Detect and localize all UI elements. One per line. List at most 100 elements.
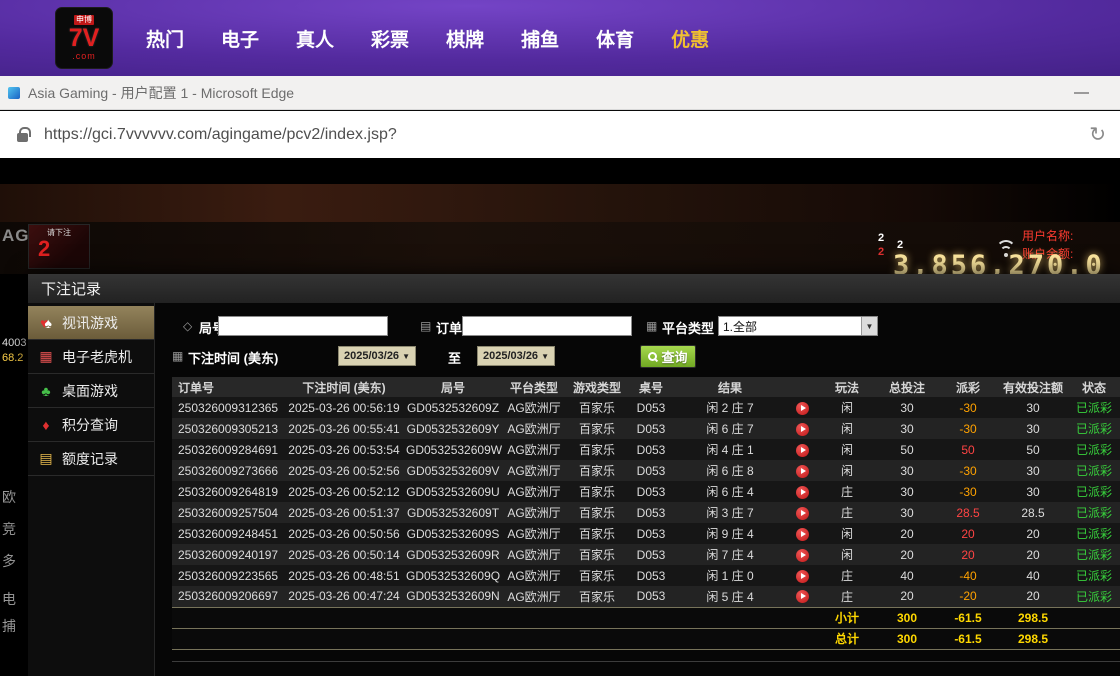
cell-valid: 28.5 [998,502,1068,523]
nav-item-slots[interactable]: 电子 [221,25,259,52]
game-thumbnail[interactable]: 请下注 2 [28,224,90,269]
window-titlebar: Asia Gaming - 用户配置 1 - Microsoft Edge — [0,76,1120,110]
url-input[interactable]: https://gci.7vvvvvv.com/agingame/pcv2/in… [44,126,1089,144]
column-header: 下注时间 (美东) [284,377,404,397]
site-logo[interactable]: 申博 7V .com [55,7,113,69]
platform-select[interactable]: 1.全部 ▼ [718,316,878,336]
cell-total: 30 [876,460,938,481]
cell-bet: 庄 [818,481,876,502]
replay-button[interactable] [796,444,809,457]
nav-item-hot[interactable]: 热门 [146,25,184,52]
sidebar-item-slot-machines[interactable]: ▦ 电子老虎机 [28,340,154,374]
cell-round: GD0532532609V [404,460,502,481]
cell-platform: AG欧洲厅 [502,586,566,607]
replay-button[interactable] [796,402,809,415]
cell-result: 闲 6 庄 4 [674,481,786,502]
minimize-button[interactable]: — [1068,76,1095,109]
table-header-row: 订单号下注时间 (美东)局号平台类型游戏类型桌号结果玩法总投注派彩有效投注额状态 [172,377,1120,397]
cell-valid: 20 [998,544,1068,565]
nav-item-live[interactable]: 真人 [296,25,334,52]
cell-result: 闲 6 庄 8 [674,460,786,481]
sidebar-item-video-games[interactable]: ♥♠ 视讯游戏 [28,306,154,340]
cell-total: 30 [876,481,938,502]
sidebar-item-label: 电子老虎机 [62,347,132,367]
cell-replay [786,481,818,502]
cell-time: 2025-03-26 00:56:19 [284,397,404,418]
nav-items: 热门 电子 真人 彩票 棋牌 捕鱼 体育 优惠 [146,25,709,52]
cell-replay [786,418,818,439]
cell-valid: 30 [998,397,1068,418]
cell-replay [786,523,818,544]
cell-replay [786,544,818,565]
platform-select-value: 1.全部 [719,318,861,335]
replay-button[interactable] [796,507,809,520]
subtotal-row-valid: 298.5 [998,607,1068,628]
edge-window-icon [8,87,20,99]
replay-button[interactable] [796,423,809,436]
cell-order: 250326009257504 [172,502,284,523]
replay-button[interactable] [796,528,809,541]
date-from-picker[interactable]: 2025/03/26 ▼ [338,346,416,366]
column-header: 玩法 [818,377,876,397]
replay-button[interactable] [796,549,809,562]
replay-button[interactable] [796,486,809,499]
address-bar: https://gci.7vvvvvv.com/agingame/pcv2/in… [0,110,1120,162]
order-input[interactable] [462,316,632,336]
replay-button[interactable] [796,570,809,583]
lock-icon[interactable] [17,133,28,142]
bet-time-label: 下注时间 (美东) [188,348,278,367]
sidebar-item-table-games[interactable]: ♣ 桌面游戏 [28,374,154,408]
sidebar-item-quota-records[interactable]: ▤ 额度记录 [28,442,154,476]
left-fragment: 4003 [2,337,26,349]
sidebar-item-label: 桌面游戏 [62,381,118,401]
cell-platform: AG欧洲厅 [502,565,566,586]
replay-button[interactable] [796,465,809,478]
cell-order: 250326009248451 [172,523,284,544]
column-header: 状态 [1068,377,1120,397]
column-header: 订单号 [172,377,284,397]
nav-item-lottery[interactable]: 彩票 [371,25,409,52]
cell-table: D053 [628,418,674,439]
cell-payout: -30 [938,418,998,439]
cell-platform: AG欧洲厅 [502,481,566,502]
grand-total-row-valid: 298.5 [998,628,1068,649]
left-fragment: 竞 [2,519,16,539]
cell-result: 闲 1 庄 0 [674,565,786,586]
cell-platform: AG欧洲厅 [502,523,566,544]
replay-button[interactable] [796,590,809,603]
chevron-down-icon: ▼ [861,317,877,335]
column-header: 局号 [404,377,502,397]
cell-round: GD0532532609U [404,481,502,502]
round-input[interactable] [218,316,388,336]
cell-game: 百家乐 [566,460,628,481]
table-foot: 小计300-61.5298.5总计300-61.5298.5 [172,607,1120,649]
table-row: 2503260093123652025-03-26 00:56:19GD0532… [172,397,1120,418]
cell-bet: 闲 [818,460,876,481]
nav-item-cards[interactable]: 棋牌 [446,25,484,52]
scoreboard-cell: 2 [878,232,884,244]
cell-valid: 30 [998,481,1068,502]
cell-time: 2025-03-26 00:55:41 [284,418,404,439]
refresh-icon[interactable]: ↻ [1089,122,1106,147]
cell-status: 已派彩 [1068,460,1120,481]
nav-item-sports[interactable]: 体育 [596,25,634,52]
grand-total-row-payout: -61.5 [938,628,998,649]
date-to-picker[interactable]: 2025/03/26 ▼ [477,346,555,366]
cell-status: 已派彩 [1068,586,1120,607]
screen: 申博 7V .com 热门 电子 真人 彩票 棋牌 捕鱼 体育 优惠 Asia … [0,0,1120,676]
cell-time: 2025-03-26 00:51:37 [284,502,404,523]
cell-payout: -20 [938,586,998,607]
left-fragment: 欧 [2,487,16,507]
cell-order: 250326009264819 [172,481,284,502]
cell-round: GD0532532609T [404,502,502,523]
cell-order: 250326009284691 [172,439,284,460]
table-body: 2503260093123652025-03-26 00:56:19GD0532… [172,397,1120,607]
cell-platform: AG欧洲厅 [502,397,566,418]
query-button[interactable]: 查询 [640,345,696,368]
date-from-value: 2025/03/26 [344,350,399,362]
sidebar-item-points-query[interactable]: ♦ 积分查询 [28,408,154,442]
document-icon: ▤ [37,450,55,467]
cell-table: D053 [628,586,674,607]
nav-item-fishing[interactable]: 捕鱼 [521,25,559,52]
nav-item-promos[interactable]: 优惠 [671,25,709,52]
